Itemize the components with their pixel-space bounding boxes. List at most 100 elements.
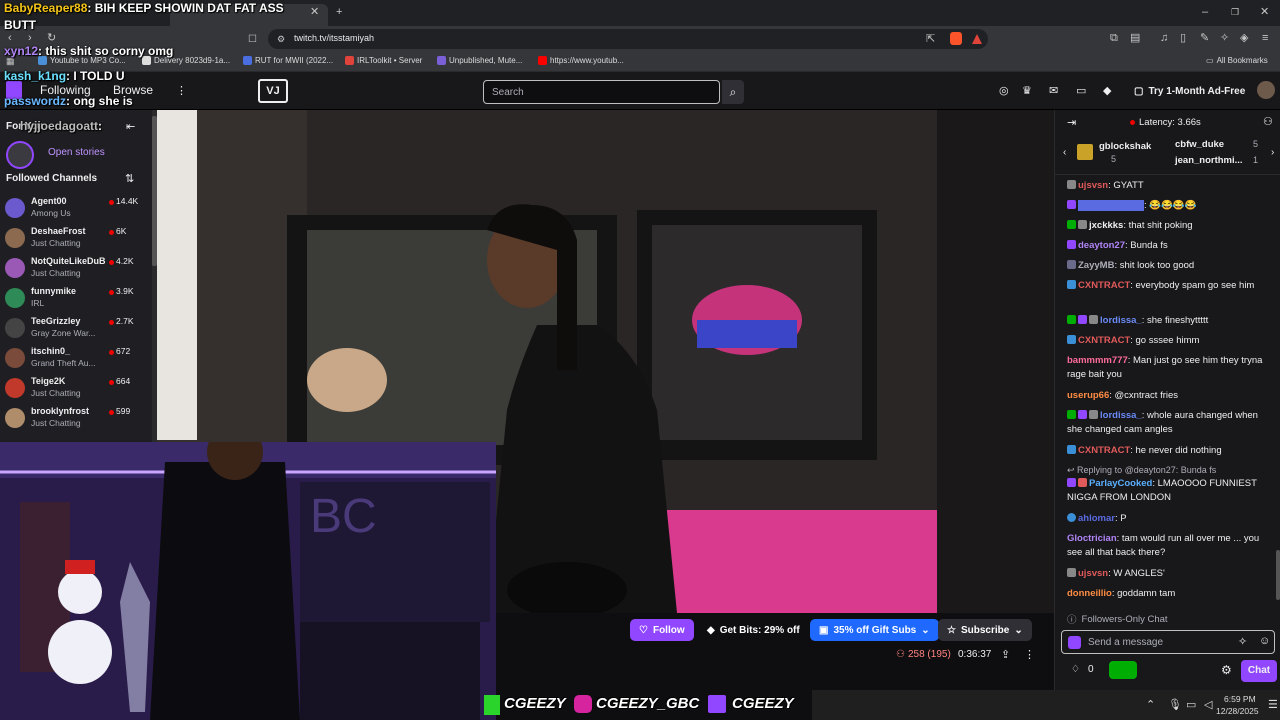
vt-logo-icon[interactable]: VJ	[258, 79, 288, 103]
gifter-name[interactable]: cbfw_duke	[1175, 139, 1224, 150]
chat-username[interactable]: Gloctrician	[1067, 533, 1117, 544]
forward-icon[interactable]: ›	[28, 33, 32, 44]
chevron-up-icon[interactable]: ⌃	[1146, 698, 1155, 711]
volume-icon[interactable]: ◁	[1204, 698, 1212, 711]
channel-points[interactable]: ♢ 0	[1071, 664, 1094, 675]
get-bits-button[interactable]: ◆ Get Bits: 29% off	[698, 619, 809, 641]
chat-identity-icon[interactable]	[1068, 636, 1081, 649]
chat-username[interactable]: lordissa_	[1100, 315, 1142, 326]
bits-icon[interactable]: ◆	[1103, 84, 1111, 97]
rewards-icon[interactable]	[972, 34, 982, 44]
reload-icon[interactable]: ↻	[47, 33, 56, 44]
avatar[interactable]	[1257, 81, 1275, 99]
leo-icon[interactable]: ✧	[1220, 33, 1229, 44]
site-info-icon[interactable]: ⚙	[277, 34, 285, 45]
new-tab-icon[interactable]: +	[336, 7, 342, 18]
gifter-name[interactable]: gblockshak	[1099, 141, 1151, 152]
stories-avatar[interactable]	[6, 141, 34, 169]
minimize-icon[interactable]: –	[1202, 7, 1208, 18]
address-input[interactable]	[268, 29, 988, 49]
crown-icon[interactable]: ♛	[1022, 84, 1032, 97]
settings-icon[interactable]: ⚙	[1221, 663, 1232, 677]
emote-icon[interactable]: ☺	[1259, 635, 1270, 647]
sidebar-channel[interactable]: itschin0_ Grand Theft Au... 672	[0, 343, 152, 373]
menu-icon[interactable]: ≡	[1262, 33, 1268, 44]
url-text[interactable]: twitch.tv/itsstamiyah	[294, 33, 374, 43]
network-icon[interactable]: ▭	[1186, 698, 1196, 711]
more-icon[interactable]: ⋮	[176, 84, 187, 97]
notifications-icon[interactable]: ☰	[1268, 698, 1278, 711]
back-icon[interactable]: ‹	[8, 33, 12, 44]
chat-username[interactable]: jxckkks	[1089, 220, 1123, 231]
chat-username[interactable]: ujsvsn	[1078, 568, 1108, 579]
sidebar-channel[interactable]: NotQuiteLikeDuB Just Chatting 4.2K	[0, 253, 152, 283]
mic-icon[interactable]: 🎙	[1168, 698, 1182, 711]
bookmark-item[interactable]: RUT for MWII (2022...	[243, 56, 333, 65]
subscribe-button[interactable]: ☆ Subscribe ⌄	[938, 619, 1032, 641]
vpn-icon[interactable]: ◈	[1240, 33, 1248, 44]
sidebar-channel[interactable]: TeeGrizzley Gray Zone War... 2.7K	[0, 313, 152, 343]
chat-username[interactable]: CXNTRACT	[1078, 445, 1130, 456]
bookmark-item[interactable]: Unpublished, Mute...	[437, 56, 522, 65]
chat-username[interactable]: bammmm777	[1067, 355, 1128, 366]
all-bookmarks[interactable]: ▭ All Bookmarks	[1206, 56, 1268, 65]
chat-username[interactable]: lordissa_	[1100, 410, 1142, 421]
chevron-left-icon[interactable]: ‹	[1063, 147, 1066, 158]
chat-send-button[interactable]: Chat	[1241, 660, 1277, 682]
sidebar-channel[interactable]: brooklynfrost Just Chatting 599	[0, 403, 152, 433]
chat-message: ParlayCooked: LMAOOOO FUNNIEST NIGGA FRO…	[1067, 477, 1275, 505]
chat-username[interactable]: ujsvsn	[1078, 180, 1108, 191]
collapse-icon[interactable]: ⇤	[126, 120, 135, 133]
panel-icon[interactable]: ▯	[1180, 33, 1186, 44]
chat-text: : P	[1114, 513, 1127, 524]
sparkle-icon[interactable]: ✧	[1238, 635, 1247, 648]
chat-username[interactable]: deayton27	[1078, 240, 1125, 251]
follow-button[interactable]: ♡ Follow	[630, 619, 694, 641]
sidebar-channel[interactable]: funnymike IRL 3.9K	[0, 283, 152, 313]
gifter-name[interactable]: jean_northmi...	[1175, 155, 1243, 166]
chat-username[interactable]: CXNTRACT	[1078, 280, 1130, 291]
search-input[interactable]: Search	[483, 80, 720, 104]
sidebar-channel[interactable]: Teige2K Just Chatting 664	[0, 373, 152, 403]
sidebar-icon[interactable]: ▤	[1130, 33, 1140, 44]
sort-icon[interactable]: ⇅	[125, 172, 134, 185]
chat-username[interactable]: ZayyMB	[1078, 260, 1114, 271]
ad-free-button[interactable]: ▢ Try 1-Month Ad-Free	[1126, 78, 1253, 104]
sidebar-channel[interactable]: DeshaeFrost Just Chatting 6K	[0, 223, 152, 253]
collapse-chat-icon[interactable]: ⇥	[1067, 116, 1076, 129]
bookmark-item[interactable]: https://www.youtub...	[538, 56, 624, 65]
wallet-icon[interactable]: ✎	[1200, 33, 1209, 44]
whispers-icon[interactable]: ▭	[1076, 84, 1086, 97]
clock-date[interactable]: 12/28/2025	[1216, 706, 1259, 716]
chat-username[interactable]: ahlomar	[1078, 513, 1115, 524]
users-icon[interactable]: ⚇	[1263, 115, 1273, 128]
chat-username[interactable]: fairmontmodel	[1078, 200, 1144, 211]
brave-shield-icon[interactable]	[950, 32, 962, 45]
bonus-chest-icon[interactable]	[1109, 661, 1137, 679]
channel-name: itschin0_	[31, 346, 71, 356]
inbox-icon[interactable]: ✉	[1049, 84, 1058, 97]
chat-scrollbar[interactable]	[1276, 550, 1280, 600]
chat-username[interactable]: userup66	[1067, 390, 1109, 401]
share-icon[interactable]: ⇪	[1001, 648, 1010, 661]
bookmark-icon[interactable]: ☐	[248, 34, 257, 45]
bookmark-item[interactable]: IRLToolkit • Server	[345, 56, 422, 65]
window-close-icon[interactable]: ✕	[1260, 7, 1269, 18]
search-icon[interactable]: ⌕	[722, 80, 744, 104]
chat-username[interactable]: ParlayCooked	[1089, 478, 1152, 489]
music-icon[interactable]: ♫	[1160, 33, 1168, 44]
chat-username[interactable]: donneillio	[1067, 588, 1112, 599]
chat-username[interactable]: CXNTRACT	[1078, 335, 1130, 346]
clock-time[interactable]: 6:59 PM	[1224, 694, 1256, 704]
maximize-icon[interactable]: ❐	[1231, 7, 1239, 18]
more-options-icon[interactable]: ⋮	[1024, 648, 1035, 661]
sidebar-channel[interactable]: Agent00 Among Us 14.4K	[0, 193, 152, 223]
gift-subs-button[interactable]: ▣ 35% off Gift Subs ⌄	[810, 619, 939, 641]
prime-icon[interactable]: ◎	[999, 84, 1009, 97]
extensions-icon[interactable]: ⧉	[1110, 33, 1118, 44]
share-icon[interactable]: ⇱	[926, 34, 935, 45]
close-tab-icon[interactable]: ✕	[310, 7, 319, 18]
open-stories-link[interactable]: Open stories	[48, 147, 105, 158]
chat-input[interactable]: Send a message ✧ ☺	[1061, 630, 1275, 654]
chevron-right-icon[interactable]: ›	[1271, 147, 1274, 158]
